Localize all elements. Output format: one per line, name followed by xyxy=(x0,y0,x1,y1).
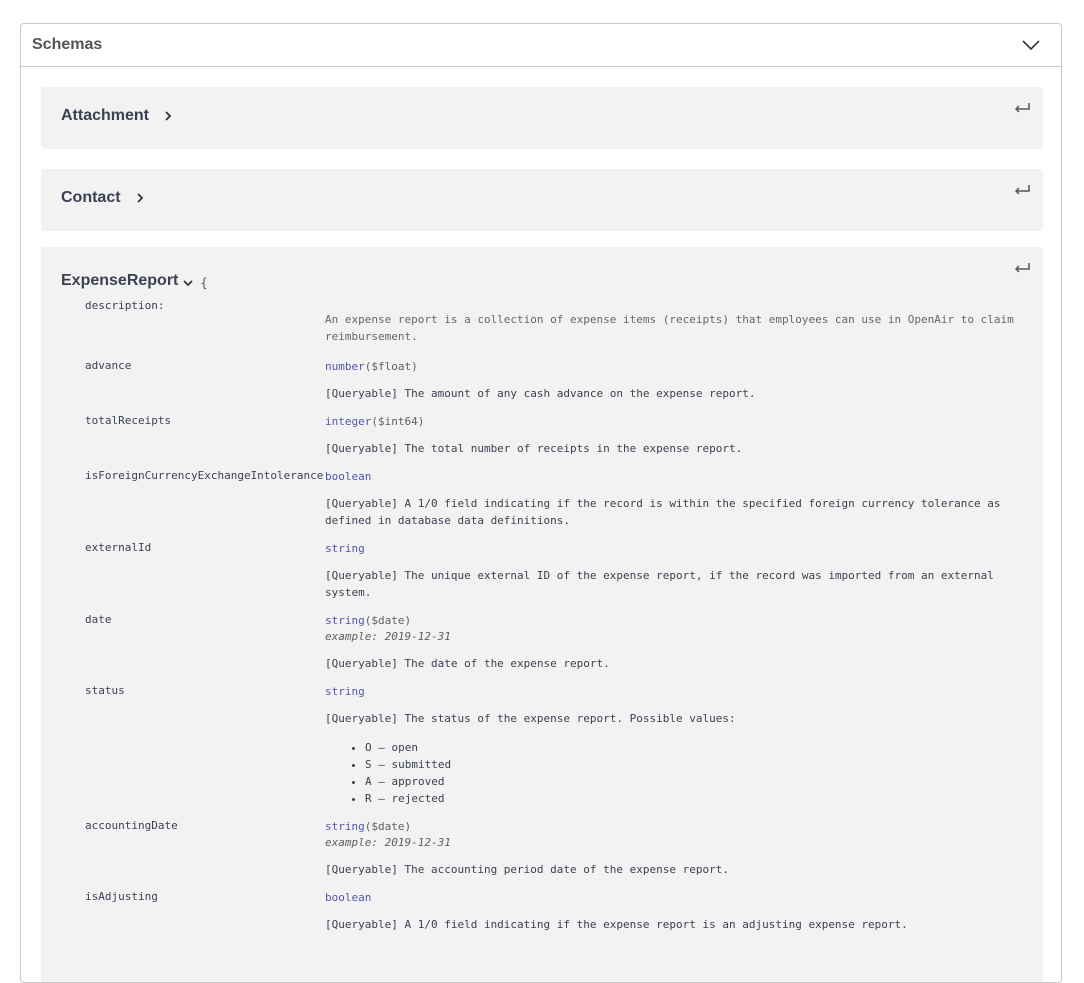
property-row: totalReceipts integer($int64) [Queryable… xyxy=(85,414,1025,457)
list-item: R – rejected xyxy=(365,790,1025,807)
property-description: [Queryable] The status of the expense re… xyxy=(325,712,736,725)
chevron-right-icon[interactable] xyxy=(163,110,173,122)
property-name: isForeignCurrencyExchangeIntolerance xyxy=(85,469,324,482)
model-name[interactable]: ExpenseReport xyxy=(61,272,178,290)
list-item: S – submitted xyxy=(365,756,1025,773)
return-icon[interactable] xyxy=(1013,101,1031,115)
property-type: string xyxy=(325,614,365,627)
model-description: An expense report is a collection of exp… xyxy=(325,313,1014,343)
property-name: status xyxy=(85,684,125,697)
schemas-title: Schemas xyxy=(32,36,103,53)
property-row: isAdjusting boolean [Queryable] A 1/0 fi… xyxy=(85,890,1025,933)
model-expense-report: ExpenseReport { description: An expense … xyxy=(41,247,1043,982)
status-values-list: O – open S – submitted A – approved R – … xyxy=(325,739,1025,807)
description-row: description: An expense report is a coll… xyxy=(85,299,1025,345)
property-format: ($float) xyxy=(364,360,418,373)
property-row: isForeignCurrencyExchangeIntolerance boo… xyxy=(85,469,1025,529)
model-name[interactable]: Attachment xyxy=(61,107,149,125)
property-row: externalId string [Queryable] The unique… xyxy=(85,541,1025,601)
schemas-header[interactable]: Schemas xyxy=(21,24,1061,67)
property-description: [Queryable] The amount of any cash advan… xyxy=(325,387,756,400)
return-icon[interactable] xyxy=(1013,261,1031,275)
model-attachment[interactable]: Attachment xyxy=(41,87,1043,149)
property-type: number xyxy=(325,360,365,373)
property-description: [Queryable] A 1/0 field indicating if th… xyxy=(325,918,908,931)
property-name: advance xyxy=(85,359,132,372)
schemas-panel: Schemas Attachment Contact ExpenseReport… xyxy=(20,23,1062,983)
property-table: description: An expense report is a coll… xyxy=(85,299,1025,945)
property-example: example: 2019-12-31 xyxy=(325,836,451,849)
property-row: status string [Queryable] The status of … xyxy=(85,684,1025,807)
chevron-down-icon[interactable] xyxy=(1021,38,1041,52)
property-name: totalReceipts xyxy=(85,414,172,427)
property-format: ($date) xyxy=(364,820,412,833)
property-type: string xyxy=(325,542,365,555)
chevron-right-icon[interactable] xyxy=(135,192,145,204)
list-item: A – approved xyxy=(365,773,1025,790)
property-type: boolean xyxy=(325,470,372,483)
open-brace: { xyxy=(200,275,208,290)
property-description: [Queryable] The total number of receipts… xyxy=(325,442,743,455)
property-name: description: xyxy=(85,299,165,312)
model-contact[interactable]: Contact xyxy=(41,169,1043,231)
property-type: string xyxy=(325,820,365,833)
property-type: boolean xyxy=(325,891,372,904)
property-name: accountingDate xyxy=(85,819,178,832)
property-type: integer xyxy=(325,415,372,428)
list-item: O – open xyxy=(365,739,1025,756)
property-example: example: 2019-12-31 xyxy=(325,630,451,643)
property-name: externalId xyxy=(85,541,152,554)
property-name: isAdjusting xyxy=(85,890,158,903)
property-row: accountingDate string($date) example: 20… xyxy=(85,819,1025,878)
property-row: advance number($float) [Queryable] The a… xyxy=(85,359,1025,402)
property-type: string xyxy=(325,685,365,698)
property-name: date xyxy=(85,613,112,626)
property-description: [Queryable] The date of the expense repo… xyxy=(325,657,610,670)
return-icon[interactable] xyxy=(1013,183,1031,197)
property-format: ($int64) xyxy=(371,415,425,428)
property-description: [Queryable] A 1/0 field indicating if th… xyxy=(325,497,1001,527)
chevron-down-icon[interactable] xyxy=(182,278,194,288)
model-name[interactable]: Contact xyxy=(61,189,121,207)
property-description: [Queryable] The unique external ID of th… xyxy=(325,569,994,599)
property-format: ($date) xyxy=(364,614,412,627)
property-description: [Queryable] The accounting period date o… xyxy=(325,863,729,876)
property-row: date string($date) example: 2019-12-31 [… xyxy=(85,613,1025,672)
